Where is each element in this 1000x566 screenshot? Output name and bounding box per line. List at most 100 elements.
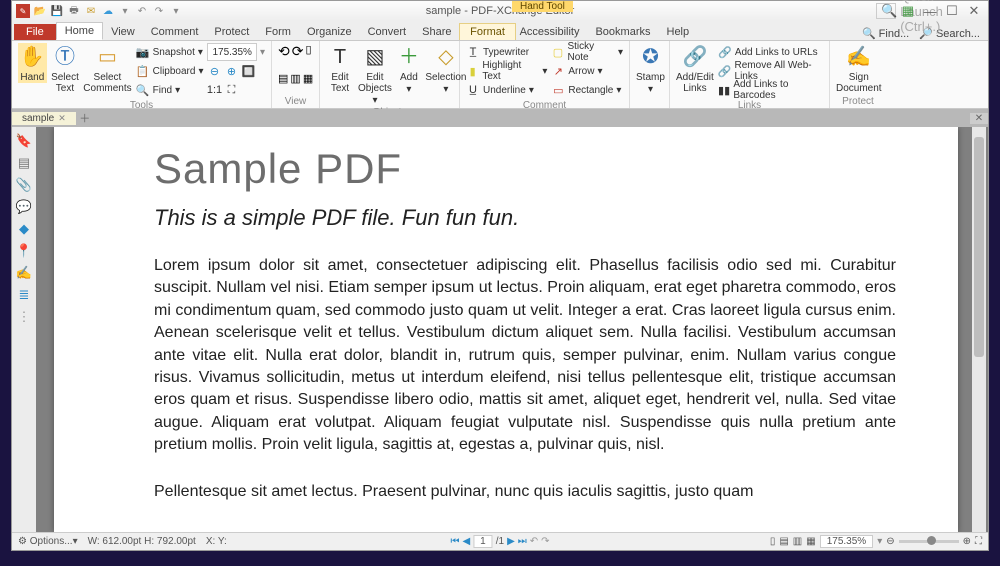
select-text-tool[interactable]: ⓉSelect Text: [51, 43, 80, 94]
tab-comment[interactable]: Comment: [143, 24, 207, 40]
close-tab-icon[interactable]: ✕: [58, 113, 66, 124]
tab-view[interactable]: View: [103, 24, 143, 40]
quick-launch-input[interactable]: 🔍 Quick Launch (Ctrl+.): [876, 3, 896, 19]
ui-options-icon[interactable]: ▦: [898, 3, 918, 19]
tab-accessibility[interactable]: Accessibility: [512, 24, 588, 40]
tab-convert[interactable]: Convert: [360, 24, 415, 40]
signatures-panel-icon[interactable]: ✍: [16, 265, 32, 281]
snapshot-tool[interactable]: 📷Snapshot ▾: [136, 43, 204, 61]
first-page-icon[interactable]: ⏮: [450, 536, 459, 547]
email-icon[interactable]: ✉: [84, 4, 98, 18]
content-panel-icon[interactable]: ⋮: [18, 309, 31, 325]
redo-icon[interactable]: ↷: [152, 4, 166, 18]
typewriter-tool[interactable]: T̲Typewriter: [466, 43, 547, 61]
add-edit-links[interactable]: 🔗Add/Edit Links: [676, 43, 714, 94]
hand-tool[interactable]: ✋Hand: [18, 43, 47, 83]
remove-web-links[interactable]: 🔗Remove All Web-Links: [718, 62, 823, 80]
destinations-panel-icon[interactable]: 📍: [16, 243, 32, 259]
print-icon[interactable]: 🖶: [67, 4, 81, 18]
add-links-urls[interactable]: 🔗Add Links to URLs: [718, 43, 823, 61]
add-tab-button[interactable]: ＋: [76, 110, 94, 126]
select-text-icon: Ⓣ: [51, 43, 79, 71]
two-page-icon[interactable]: ▥: [290, 72, 300, 85]
tab-help[interactable]: Help: [659, 24, 698, 40]
file-tab[interactable]: File: [14, 24, 56, 40]
sticky-icon: ▢: [551, 45, 564, 59]
doc-tab-sample[interactable]: sample✕: [12, 112, 76, 125]
save-icon[interactable]: 💾: [50, 4, 64, 18]
zoom-slider-knob[interactable]: [927, 536, 936, 545]
dropdown-icon[interactable]: ▾: [118, 4, 132, 18]
status-bar: ⚙ Options...▾ W: 612.00pt H: 792.00pt X:…: [12, 532, 988, 550]
add-links-barcodes[interactable]: ▮▮Add Links to Barcodes: [718, 81, 823, 99]
fields-panel-icon[interactable]: ◆: [19, 221, 29, 237]
group-stamp: ✪Stamp▾: [630, 41, 670, 108]
fit-page-icon[interactable]: ⛶: [224, 83, 238, 97]
close-all-tabs[interactable]: ✕: [970, 113, 988, 124]
zoom-status[interactable]: 175.35%: [820, 535, 873, 548]
attachments-panel-icon[interactable]: 📎: [16, 177, 32, 193]
thumbnails-panel-icon[interactable]: ▤: [18, 155, 30, 171]
page-number-input[interactable]: 1: [473, 535, 493, 548]
tab-share[interactable]: Share: [414, 24, 459, 40]
last-page-icon[interactable]: ⏭: [518, 536, 527, 547]
maximize-button[interactable]: ☐: [942, 3, 962, 19]
edit-objects-tool[interactable]: ▧Edit Objects▾: [358, 43, 392, 106]
tab-format[interactable]: Format: [459, 23, 516, 40]
rectangle-icon: ▭: [551, 83, 565, 97]
next-page-icon[interactable]: ▶: [507, 536, 515, 547]
underline-tool[interactable]: U̲Underline▾: [466, 81, 547, 99]
layout-facing-icon[interactable]: ▦: [806, 536, 815, 547]
zoom-slider[interactable]: [899, 540, 959, 543]
add-tool[interactable]: ＋Add▾: [396, 43, 422, 95]
open-icon[interactable]: 📂: [33, 4, 47, 18]
zoom-region-icon[interactable]: 🔲: [241, 64, 255, 78]
sign-document[interactable]: ✍Sign Document: [836, 43, 882, 94]
stamp-tool[interactable]: ✪Stamp▾: [636, 43, 665, 95]
facing-icon[interactable]: ▦: [303, 72, 313, 85]
bookmarks-panel-icon[interactable]: 🔖: [16, 133, 32, 149]
continuous-icon[interactable]: ▤: [278, 72, 288, 85]
edit-text-tool[interactable]: TEdit Text: [326, 43, 354, 94]
select-comments-tool[interactable]: ▭Select Comments: [83, 43, 131, 94]
close-button[interactable]: ✕: [964, 3, 984, 19]
single-page-icon[interactable]: ▯: [305, 43, 311, 56]
tab-home[interactable]: Home: [56, 22, 103, 40]
rotate-right-icon[interactable]: ⟳: [292, 43, 304, 60]
layout-two-icon[interactable]: ▥: [793, 536, 802, 547]
qat-custom-icon[interactable]: ▾: [169, 4, 183, 18]
arrow-tool[interactable]: ↗Arrow▾: [551, 62, 623, 80]
pdf-page: Sample PDF This is a simple PDF file. Fu…: [54, 127, 958, 532]
vertical-scrollbar[interactable]: [972, 127, 986, 532]
page-viewport[interactable]: Sample PDF This is a simple PDF file. Fu…: [36, 127, 988, 532]
layout-single-icon[interactable]: ▯: [770, 536, 776, 547]
actual-size-icon[interactable]: 1:1: [207, 83, 221, 97]
zoom-in-status-icon[interactable]: ⊕: [963, 536, 971, 547]
zoom-value[interactable]: 175.35%: [207, 43, 256, 61]
find-tool[interactable]: 🔍Find ▾: [136, 81, 204, 99]
undo-icon[interactable]: ↶: [135, 4, 149, 18]
zoom-out-status-icon[interactable]: ⊖: [886, 536, 894, 547]
zoom-out-icon[interactable]: ⊖: [207, 64, 221, 78]
comments-panel-icon[interactable]: 💬: [16, 199, 32, 215]
rectangle-tool[interactable]: ▭Rectangle▾: [551, 81, 623, 99]
highlight-tool[interactable]: ▮Highlight Text▾: [466, 62, 547, 80]
scrollbar-thumb[interactable]: [974, 137, 984, 357]
tab-form[interactable]: Form: [257, 24, 299, 40]
fullscreen-icon[interactable]: ⛶: [975, 536, 982, 547]
layers-panel-icon[interactable]: ≣: [19, 287, 30, 303]
layout-cont-icon[interactable]: ▤: [779, 536, 788, 547]
sticky-note-tool[interactable]: ▢Sticky Note▾: [551, 43, 623, 61]
tab-protect[interactable]: Protect: [206, 24, 257, 40]
tab-bookmarks[interactable]: Bookmarks: [587, 24, 658, 40]
rotate-left-icon[interactable]: ⟲: [278, 43, 290, 60]
nav-back-icon[interactable]: ↶: [530, 536, 538, 547]
options-button[interactable]: ⚙ Options...▾: [18, 536, 78, 547]
zoom-in-icon[interactable]: ⊕: [224, 64, 238, 78]
clipboard-tool[interactable]: 📋Clipboard ▾: [136, 62, 204, 80]
tab-organize[interactable]: Organize: [299, 24, 360, 40]
minimize-button[interactable]: —: [920, 4, 940, 19]
cloud-icon[interactable]: ☁: [101, 4, 115, 18]
nav-fwd-icon[interactable]: ↷: [541, 536, 549, 547]
prev-page-icon[interactable]: ◀: [462, 536, 470, 547]
